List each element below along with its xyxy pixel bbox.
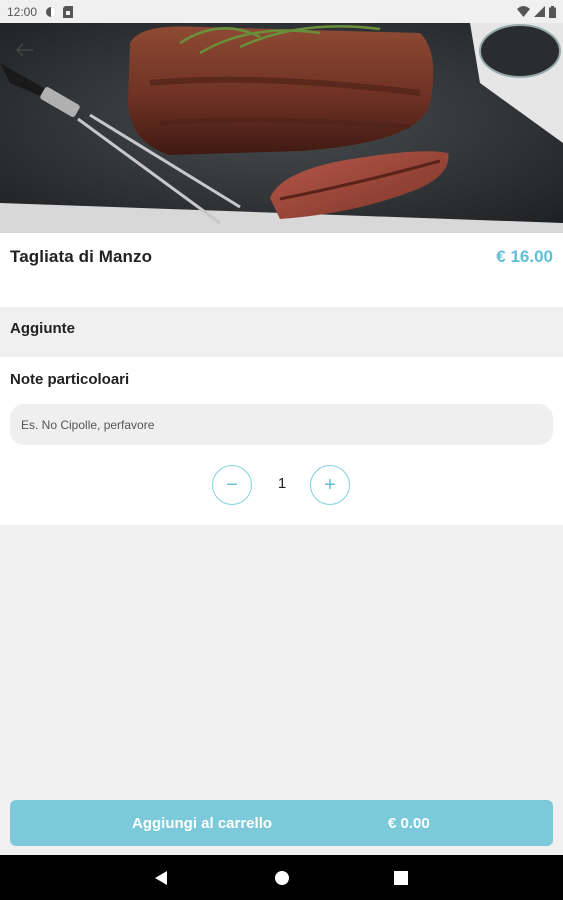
- extras-section[interactable]: Aggiunte: [0, 307, 563, 357]
- plus-icon: +: [324, 473, 336, 496]
- wifi-icon: [517, 6, 530, 17]
- back-triangle-icon: [155, 871, 167, 885]
- cart-total: € 0.00: [388, 815, 430, 832]
- sim-card-icon: [63, 5, 74, 18]
- notes-input[interactable]: [10, 404, 553, 445]
- grilled-steak-photo: [0, 23, 563, 233]
- product-image: [0, 23, 563, 233]
- home-circle-icon: [275, 871, 289, 885]
- minus-icon: −: [226, 473, 238, 496]
- add-to-cart-button[interactable]: Aggiungi al carrello € 0.00: [10, 800, 553, 846]
- quantity-value: 1: [277, 475, 287, 492]
- navigation-bar: [0, 855, 563, 900]
- signal-icon: [534, 6, 545, 17]
- nav-home-button[interactable]: [271, 867, 293, 889]
- quantity-stepper: − 1 +: [0, 465, 563, 507]
- extras-label: Aggiunte: [10, 320, 75, 337]
- increase-quantity-button[interactable]: +: [310, 465, 350, 505]
- battery-icon: [549, 5, 556, 18]
- decrease-quantity-button[interactable]: −: [212, 465, 252, 505]
- nav-back-button[interactable]: [150, 867, 172, 889]
- settings-icon: [46, 6, 57, 17]
- status-time: 12:00: [7, 4, 38, 19]
- product-name: Tagliata di Manzo: [10, 247, 153, 266]
- arrow-left-icon: [16, 43, 33, 57]
- add-to-cart-label: Aggiungi al carrello: [132, 815, 273, 832]
- recents-square-icon: [394, 871, 408, 885]
- back-button[interactable]: [10, 35, 40, 65]
- nav-recents-button[interactable]: [390, 867, 412, 889]
- notes-label: Note particoloari: [10, 371, 130, 388]
- status-bar: 12:00: [0, 0, 563, 23]
- notes-section: Note particoloari − 1 +: [0, 357, 563, 525]
- product-header: Tagliata di Manzo € 16.00: [0, 233, 563, 307]
- product-price: € 16.00: [496, 247, 553, 266]
